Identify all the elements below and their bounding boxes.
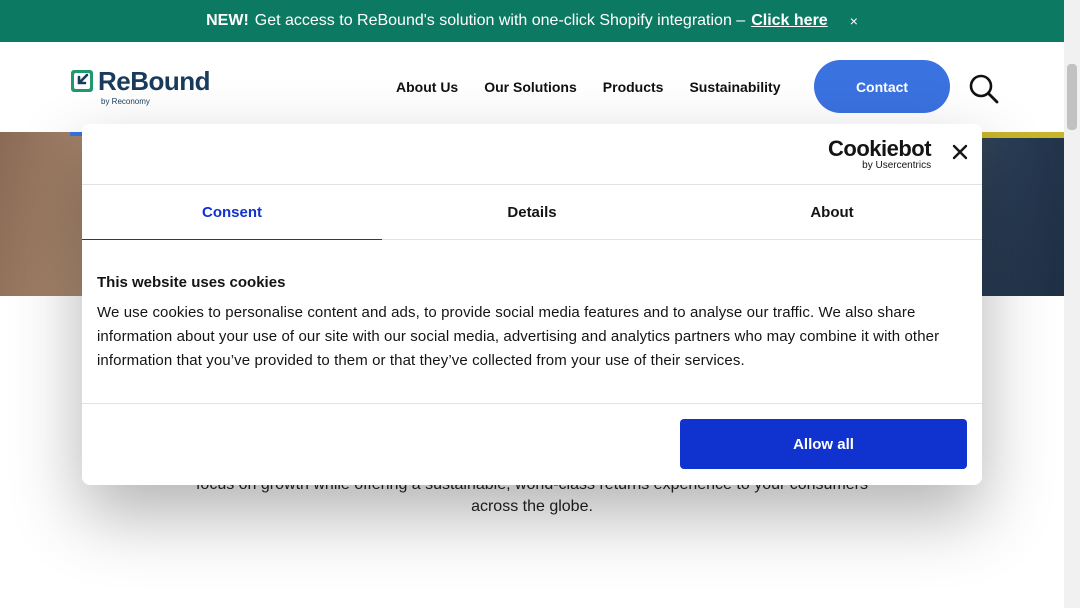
logo-text: ReBound	[98, 66, 211, 96]
announcement-link[interactable]: Click here	[751, 12, 827, 30]
page-scrollbar[interactable]	[1064, 0, 1080, 608]
dialog-tabs: Consent Details About	[82, 185, 982, 240]
announcement-close-icon[interactable]: ×	[850, 13, 858, 29]
logo-mark-icon	[71, 70, 93, 92]
dialog-divider	[82, 403, 982, 404]
cookiebot-brand: Cookiebot	[828, 136, 932, 161]
cookiebot-sub: by Usercentrics	[862, 160, 932, 171]
cookiebot-logo: Cookiebot by Usercentrics	[828, 136, 932, 172]
site-header: ReBound by Reconomy About Us Our Solutio…	[0, 42, 1064, 132]
main-nav: About Us Our Solutions Products Sustaina…	[396, 79, 781, 95]
tab-details[interactable]: Details	[382, 185, 682, 239]
rebound-logo[interactable]: ReBound by Reconomy	[70, 66, 211, 106]
hero-highlight-strip	[974, 132, 1064, 138]
dialog-header: Cookiebot by Usercentrics	[82, 124, 982, 185]
announcement-new-label: NEW!	[206, 12, 249, 29]
tab-about[interactable]: About	[682, 185, 982, 239]
nav-about-us[interactable]: About Us	[396, 79, 458, 95]
cookie-consent-dialog: Cookiebot by Usercentrics Consent Detail…	[82, 124, 982, 485]
search-icon[interactable]	[968, 73, 1000, 105]
allow-all-button[interactable]: Allow all	[680, 419, 967, 469]
contact-button[interactable]: Contact	[814, 60, 950, 113]
announcement-bar: NEW! Get access to ReBound's solution wi…	[0, 0, 1064, 42]
dialog-title: This website uses cookies	[97, 274, 286, 291]
page-body-line: across the globe.	[471, 498, 593, 515]
scrollbar-thumb[interactable]	[1067, 64, 1077, 130]
nav-products[interactable]: Products	[603, 79, 664, 95]
nav-sustainability[interactable]: Sustainability	[689, 79, 780, 95]
announcement-text: Get access to ReBound's solution with on…	[254, 12, 746, 29]
logo-subtext: by Reconomy	[101, 97, 150, 106]
close-icon[interactable]	[950, 142, 970, 162]
dialog-description: We use cookies to personalise content an…	[97, 304, 940, 369]
tab-consent[interactable]: Consent	[82, 185, 382, 240]
nav-our-solutions[interactable]: Our Solutions	[484, 79, 577, 95]
